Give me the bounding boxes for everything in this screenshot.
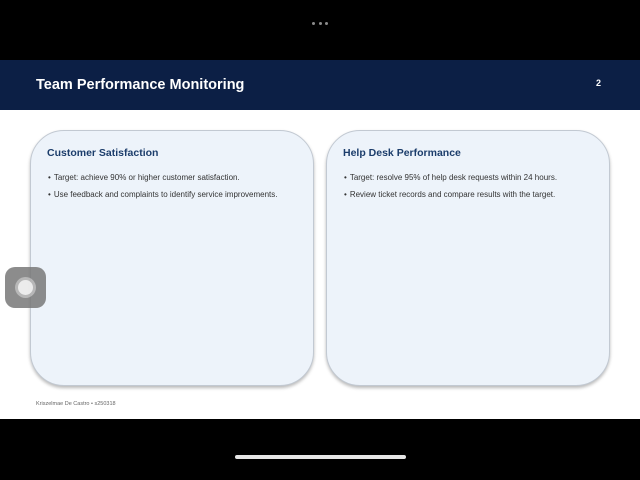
bullet-list: Target: resolve 95% of help desk request… (344, 173, 557, 207)
assistive-touch-icon[interactable] (5, 267, 46, 308)
bullet-item: Target: achieve 90% or higher customer s… (48, 173, 277, 183)
slide-footer: Kriszelmae De Castro • s250318 (36, 401, 116, 407)
card-title: Help Desk Performance (343, 147, 461, 159)
slide-number: 2 (595, 78, 601, 88)
bullet-item: Use feedback and complaints to identify … (48, 190, 278, 200)
customer-satisfaction-card: Customer Satisfaction Target: achieve 90… (30, 130, 314, 386)
presentation-slide: Team Performance Monitoring 2 Customer S… (0, 60, 640, 419)
slide-header: Team Performance Monitoring 2 (0, 60, 640, 110)
bullet-item: Review ticket records and compare result… (344, 190, 557, 200)
bullet-item: Target: resolve 95% of help desk request… (344, 173, 557, 183)
card-title: Customer Satisfaction (47, 147, 159, 159)
bullet-list: Target: achieve 90% or higher customer s… (48, 173, 278, 207)
more-dots-icon[interactable] (312, 20, 328, 26)
screen: Team Performance Monitoring 2 Customer S… (0, 0, 640, 480)
slide-title: Team Performance Monitoring (36, 77, 245, 93)
help-desk-performance-card: Help Desk Performance Target: resolve 95… (326, 130, 610, 386)
home-indicator[interactable] (235, 455, 406, 459)
